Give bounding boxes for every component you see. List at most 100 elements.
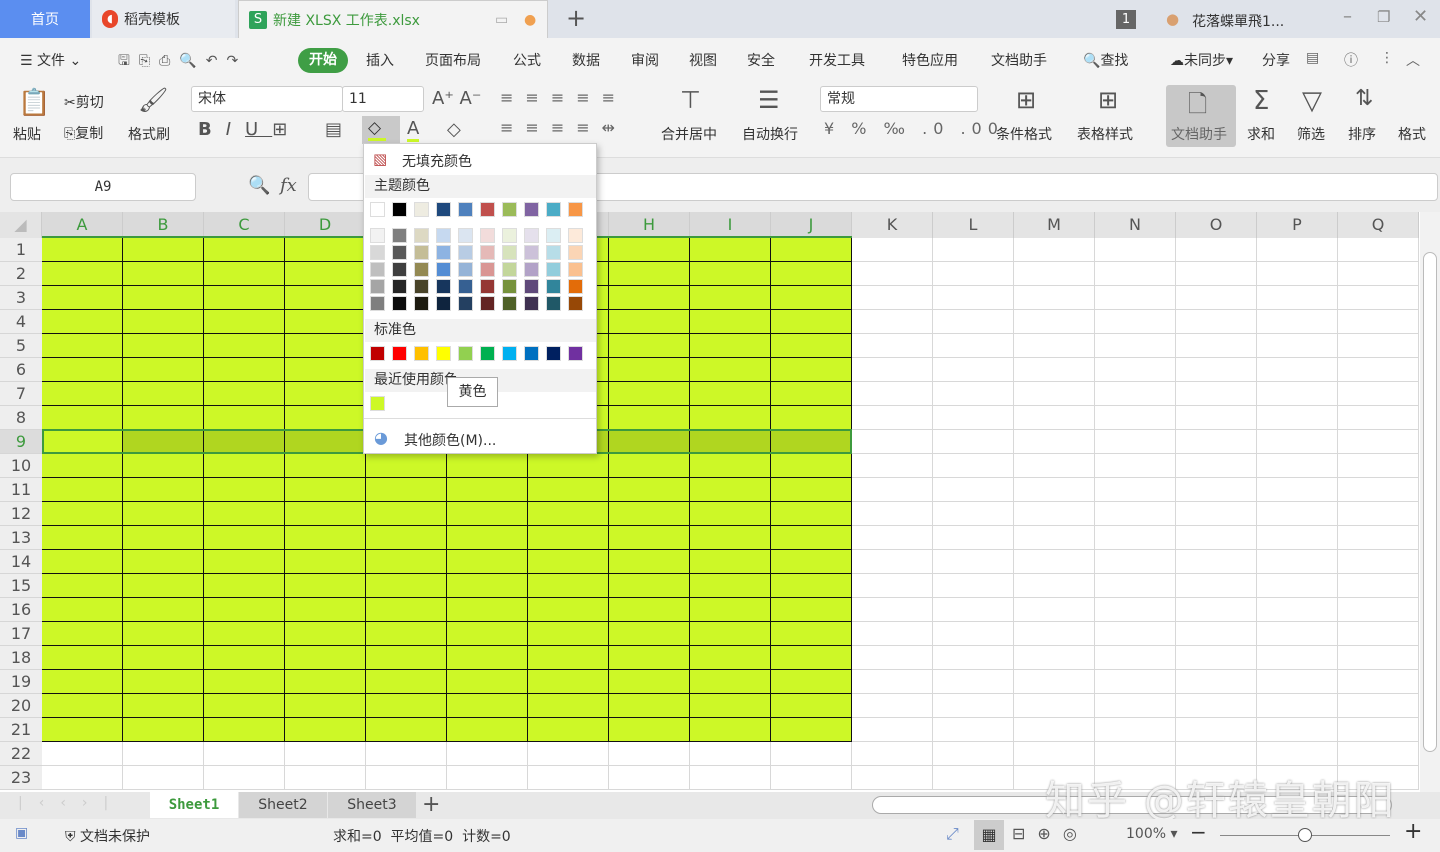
zoom-lookup-icon[interactable]: 🔍: [248, 175, 270, 196]
cell-J12[interactable]: [771, 502, 852, 526]
cell-A22[interactable]: [42, 742, 123, 766]
row-header-7[interactable]: 7: [0, 382, 42, 406]
quick-access-icons[interactable]: 🖫⎘⎙🔍↶↷: [118, 50, 247, 74]
theme-color-swatch[interactable]: [414, 202, 429, 217]
theme-shade-swatch[interactable]: [414, 296, 429, 311]
cell-I12[interactable]: [690, 502, 771, 526]
column-header-I[interactable]: I: [690, 212, 771, 238]
cell-B8[interactable]: [123, 406, 204, 430]
cell-M6[interactable]: [1014, 358, 1095, 382]
cell-C10[interactable]: [204, 454, 285, 478]
cell-K14[interactable]: [852, 550, 933, 574]
cell-O4[interactable]: [1176, 310, 1257, 334]
cell-C8[interactable]: [204, 406, 285, 430]
restore-icon[interactable]: ❐: [1377, 8, 1390, 26]
cell-D10[interactable]: [285, 454, 366, 478]
cell-I4[interactable]: [690, 310, 771, 334]
cell-M12[interactable]: [1014, 502, 1095, 526]
cell-M13[interactable]: [1014, 526, 1095, 550]
cell-Q22[interactable]: [1338, 742, 1419, 766]
standard-color-swatch[interactable]: [480, 346, 495, 361]
cell-J23[interactable]: [771, 766, 852, 790]
cell-I8[interactable]: [690, 406, 771, 430]
cell-G16[interactable]: [528, 598, 609, 622]
theme-shade-swatch[interactable]: [480, 296, 495, 311]
cell-Q2[interactable]: [1338, 262, 1419, 286]
cell-M22[interactable]: [1014, 742, 1095, 766]
tab-templates[interactable]: ◖ 稻壳模板: [92, 0, 235, 38]
cell-J7[interactable]: [771, 382, 852, 406]
spreadsheet-grid[interactable]: ◢ABCDEFGHIJKLMNOPQ1234567891011121314151…: [0, 212, 1420, 792]
cell-N7[interactable]: [1095, 382, 1176, 406]
menu-page-layout[interactable]: 页面布局: [425, 50, 481, 70]
cell-O22[interactable]: [1176, 742, 1257, 766]
view-mode-icons[interactable]: ⊟⊕◎: [1012, 824, 1089, 843]
cell-L5[interactable]: [933, 334, 1014, 358]
cell-M11[interactable]: [1014, 478, 1095, 502]
cell-O19[interactable]: [1176, 670, 1257, 694]
more-colors-option[interactable]: 其他颜色(M)...: [404, 430, 496, 450]
cell-J3[interactable]: [771, 286, 852, 310]
cell-G10[interactable]: [528, 454, 609, 478]
cell-N4[interactable]: [1095, 310, 1176, 334]
menu-features[interactable]: 特色应用: [902, 50, 958, 70]
standard-color-swatch[interactable]: [568, 346, 583, 361]
cell-I19[interactable]: [690, 670, 771, 694]
theme-shade-swatch[interactable]: [524, 296, 539, 311]
cell-D14[interactable]: [285, 550, 366, 574]
cell-Q6[interactable]: [1338, 358, 1419, 382]
cell-K8[interactable]: [852, 406, 933, 430]
cell-O8[interactable]: [1176, 406, 1257, 430]
cell-O14[interactable]: [1176, 550, 1257, 574]
row-header-4[interactable]: 4: [0, 310, 42, 334]
cell-H23[interactable]: [609, 766, 690, 790]
cell-E16[interactable]: [366, 598, 447, 622]
row-header-23[interactable]: 23: [0, 766, 42, 790]
collapse-ribbon-icon[interactable]: ︿: [1406, 50, 1420, 70]
cell-Q13[interactable]: [1338, 526, 1419, 550]
cell-C12[interactable]: [204, 502, 285, 526]
cell-K5[interactable]: [852, 334, 933, 358]
cell-M2[interactable]: [1014, 262, 1095, 286]
cell-N5[interactable]: [1095, 334, 1176, 358]
cell-D1[interactable]: [285, 238, 366, 262]
cell-A17[interactable]: [42, 622, 123, 646]
cell-O13[interactable]: [1176, 526, 1257, 550]
row-header-2[interactable]: 2: [0, 262, 42, 286]
standard-color-swatch[interactable]: [458, 346, 473, 361]
cell-M14[interactable]: [1014, 550, 1095, 574]
cell-K4[interactable]: [852, 310, 933, 334]
cell-M15[interactable]: [1014, 574, 1095, 598]
cell-C7[interactable]: [204, 382, 285, 406]
cell-Q21[interactable]: [1338, 718, 1419, 742]
cell-C11[interactable]: [204, 478, 285, 502]
cell-J13[interactable]: [771, 526, 852, 550]
add-sheet-icon[interactable]: +: [422, 792, 440, 817]
font-name-select[interactable]: 宋体: [191, 86, 343, 112]
cell-L20[interactable]: [933, 694, 1014, 718]
standard-color-swatch[interactable]: [546, 346, 561, 361]
row-header-1[interactable]: 1: [0, 238, 42, 262]
cell-P19[interactable]: [1257, 670, 1338, 694]
cell-A6[interactable]: [42, 358, 123, 382]
theme-shade-swatch[interactable]: [392, 262, 407, 277]
more-icon[interactable]: ⋮: [1380, 50, 1394, 66]
theme-shade-swatch[interactable]: [414, 228, 429, 243]
cell-P2[interactable]: [1257, 262, 1338, 286]
cell-H22[interactable]: [609, 742, 690, 766]
cell-Q8[interactable]: [1338, 406, 1419, 430]
cell-I17[interactable]: [690, 622, 771, 646]
cell-K19[interactable]: [852, 670, 933, 694]
cell-C18[interactable]: [204, 646, 285, 670]
cell-E23[interactable]: [366, 766, 447, 790]
cell-B7[interactable]: [123, 382, 204, 406]
column-header-N[interactable]: N: [1095, 212, 1176, 238]
cell-B14[interactable]: [123, 550, 204, 574]
cell-K9[interactable]: [852, 430, 933, 454]
fx-icon[interactable]: fx: [280, 175, 297, 196]
cell-C13[interactable]: [204, 526, 285, 550]
cell-B11[interactable]: [123, 478, 204, 502]
cell-G19[interactable]: [528, 670, 609, 694]
cell-I22[interactable]: [690, 742, 771, 766]
row-header-12[interactable]: 12: [0, 502, 42, 526]
